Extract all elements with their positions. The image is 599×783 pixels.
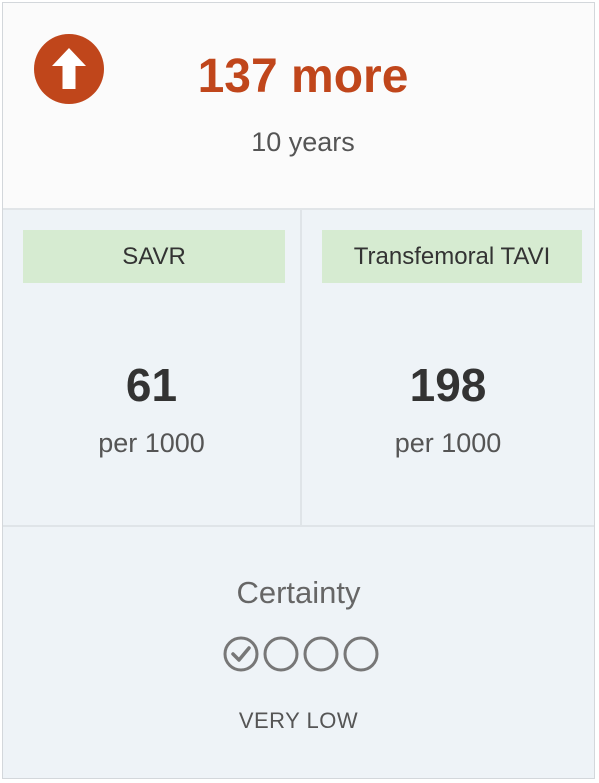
outcome-card: 137 more 10 years SAVR 61 per 1000 Trans…	[2, 2, 595, 779]
certainty-check-icon	[223, 636, 259, 672]
arm-label: SAVR	[23, 230, 285, 283]
certainty-level: VERY LOW	[238, 708, 359, 733]
arrow-up-circle-icon	[34, 34, 104, 104]
comparison-panel-savr: SAVR 61 per 1000	[3, 210, 302, 525]
arm-value: 61	[125, 359, 178, 411]
time-period: 10 years	[251, 127, 355, 157]
arm-label: Transfemoral TAVI	[322, 230, 582, 283]
certainty-rating	[222, 635, 382, 675]
certainty-section: Certainty VERY LOW	[3, 527, 594, 778]
certainty-empty-circle-icon	[303, 636, 339, 672]
outcome-header: 137 more 10 years	[3, 3, 594, 210]
arm-unit: per 1000	[98, 428, 205, 458]
certainty-title: Certainty	[236, 575, 361, 610]
difference-headline: 137 more	[197, 50, 409, 103]
comparison-panel-tavi: Transfemoral TAVI 198 per 1000	[302, 210, 594, 525]
comparison-panels: SAVR 61 per 1000 Transfemoral TAVI 198 p…	[3, 210, 594, 527]
arm-value: 198	[409, 359, 487, 411]
certainty-empty-circle-icon	[343, 636, 379, 672]
certainty-empty-circle-icon	[263, 636, 299, 672]
arm-unit: per 1000	[394, 428, 502, 458]
